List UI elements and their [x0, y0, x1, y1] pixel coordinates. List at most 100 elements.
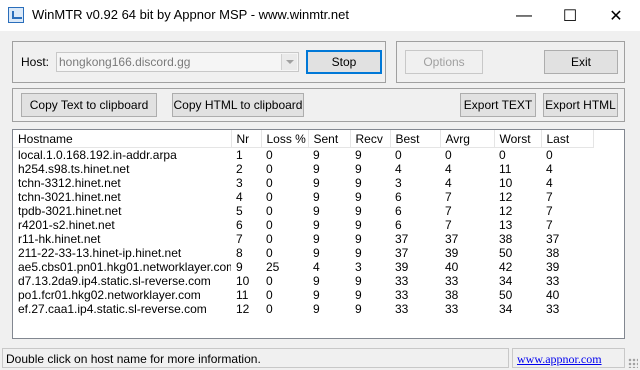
copy-html-button[interactable]: Copy HTML to clipboard [172, 93, 304, 117]
table-cell: 6 [395, 204, 402, 218]
table-cell: 9 [313, 274, 320, 288]
table-cell: 25 [266, 260, 280, 274]
table-cell: 33 [395, 302, 409, 316]
table-row[interactable]: ef.27.caa1.ip4.static.sl-reverse.com 12 0 9… [13, 302, 593, 316]
hostname-cell: ae5.cbs01.pn01.hkg01.networklayer.com [18, 260, 231, 274]
table-cell: 10 [499, 176, 513, 190]
column-header-sent[interactable]: Sent [308, 130, 351, 148]
table-cell: 7 [546, 190, 553, 204]
maximize-button[interactable]: ☐ [547, 0, 593, 31]
table-row[interactable]: d7.13.2da9.ip4.static.sl-reverse.com 10 0 9… [13, 274, 593, 288]
column-header-nr[interactable]: Nr [231, 130, 262, 148]
column-header-hostname[interactable]: Hostname [13, 130, 232, 148]
table-cell: 12 [499, 204, 513, 218]
stop-button[interactable]: Stop [306, 50, 382, 74]
hostname-cell: h254.s98.ts.hinet.net [18, 162, 130, 176]
table-cell: 37 [395, 232, 409, 246]
table-cell: 8 [236, 246, 243, 260]
table-cell: 6 [395, 190, 402, 204]
table-cell: 7 [546, 204, 553, 218]
table-cell: 9 [355, 148, 362, 162]
table-cell: 7 [445, 190, 452, 204]
minimize-button[interactable]: — [501, 0, 547, 31]
close-button[interactable]: ✕ [593, 0, 639, 31]
table-cell: 40 [546, 288, 560, 302]
table-cell: 0 [266, 162, 273, 176]
table-cell: 6 [395, 218, 402, 232]
hostname-cell: local.1.0.168.192.in-addr.arpa [18, 148, 177, 162]
table-cell: 33 [546, 274, 560, 288]
table-cell: 7 [236, 232, 243, 246]
title-bar[interactable]: WinMTR v0.92 64 bit by Appnor MSP - www.… [0, 0, 640, 31]
table-cell: 9 [313, 232, 320, 246]
table-cell: 9 [313, 288, 320, 302]
export-text-button[interactable]: Export TEXT [460, 93, 536, 117]
table-cell: 37 [546, 232, 560, 246]
table-cell: 34 [499, 302, 513, 316]
table-cell: 11 [499, 162, 512, 176]
table-cell: 9 [313, 204, 320, 218]
table-cell: 2 [236, 162, 243, 176]
table-row[interactable]: r11-hk.hinet.net 7 0 9 9 37 37 38 37 [13, 232, 593, 246]
column-header-worst[interactable]: Worst [494, 130, 542, 148]
status-link-pane: www.appnor.com [512, 348, 625, 368]
table-row[interactable]: tchn-3021.hinet.net 4 0 9 9 6 7 12 7 [13, 190, 593, 204]
table-row[interactable]: tpdb-3021.hinet.net 5 0 9 9 6 7 12 7 [13, 204, 593, 218]
host-input[interactable]: hongkong166.discord.gg [59, 55, 190, 69]
table-cell: 0 [266, 148, 273, 162]
table-cell: 3 [355, 260, 362, 274]
table-cell: 33 [445, 302, 459, 316]
window-title: WinMTR v0.92 64 bit by Appnor MSP - www.… [32, 7, 349, 22]
table-cell: 4 [445, 162, 452, 176]
table-row[interactable]: h254.s98.ts.hinet.net 2 0 9 9 4 4 11 4 [13, 162, 593, 176]
table-row[interactable]: po1.fcr01.hkg02.networklayer.com 11 0 9 9 33 3… [13, 288, 593, 302]
table-cell: 9 [313, 246, 320, 260]
table-row[interactable]: local.1.0.168.192.in-addr.arpa 1 0 9 9 0 0 0 0 [13, 148, 593, 163]
table-cell: 4 [313, 260, 320, 274]
table-cell: 13 [499, 218, 513, 232]
table-cell: 9 [355, 218, 362, 232]
table-cell: 12 [499, 190, 513, 204]
table-cell: 4 [445, 176, 452, 190]
table-cell: 33 [395, 288, 409, 302]
table-cell: 1 [236, 148, 243, 162]
table-cell: 50 [499, 246, 513, 260]
table-cell: 9 [313, 162, 320, 176]
chevron-down-icon[interactable] [281, 54, 297, 70]
table-cell: 9 [355, 246, 362, 260]
table-cell: 9 [355, 190, 362, 204]
column-header-avrg[interactable]: Avrg [440, 130, 495, 148]
host-combobox[interactable]: hongkong166.discord.gg [56, 52, 299, 72]
table-cell: 0 [499, 148, 506, 162]
column-header-last[interactable]: Last [541, 130, 594, 148]
column-header-recv[interactable]: Recv [350, 130, 391, 148]
resize-grip[interactable] [628, 358, 638, 368]
table-cell: 11 [236, 288, 249, 302]
export-html-button[interactable]: Export HTML [543, 93, 618, 117]
table-row[interactable]: tchn-3312.hinet.net 3 0 9 9 3 4 10 4 [13, 176, 593, 190]
copy-text-button[interactable]: Copy Text to clipboard [21, 93, 157, 117]
column-header-loss[interactable]: Loss % [261, 130, 309, 148]
trace-table: Hostname Nr Loss % Sent Recv Best Avrg Worst Las… [13, 130, 594, 316]
hostname-cell: ef.27.caa1.ip4.static.sl-reverse.com [18, 302, 207, 316]
table-cell: 9 [355, 204, 362, 218]
status-bar: Double click on host name for more infor… [0, 346, 640, 370]
table-row[interactable]: 211-22-33-13.hinet-ip.hinet.net 8 0 9 9 37 39 5… [13, 246, 593, 260]
table-cell: 9 [355, 288, 362, 302]
table-row[interactable]: r4201-s2.hinet.net 6 0 9 9 6 7 13 7 [13, 218, 593, 232]
table-cell: 0 [266, 288, 273, 302]
table-cell: 33 [395, 274, 409, 288]
hostname-cell: tchn-3021.hinet.net [18, 190, 121, 204]
table-cell: 42 [499, 260, 513, 274]
column-header-best[interactable]: Best [390, 130, 441, 148]
exit-button[interactable]: Exit [544, 50, 618, 74]
table-row[interactable]: ae5.cbs01.pn01.hkg01.networklayer.com 9 25… [13, 260, 593, 274]
table-cell: 34 [499, 274, 513, 288]
table-cell: 50 [499, 288, 513, 302]
table-header: Hostname Nr Loss % Sent Recv Best Avrg Worst Las… [13, 130, 594, 148]
table-cell: 9 [355, 232, 362, 246]
trace-results-list[interactable]: Hostname Nr Loss % Sent Recv Best Avrg Worst Las… [12, 129, 625, 339]
appnor-link[interactable]: www.appnor.com [517, 352, 602, 367]
options-button[interactable]: Options [405, 50, 483, 74]
table-cell: 0 [546, 148, 553, 162]
